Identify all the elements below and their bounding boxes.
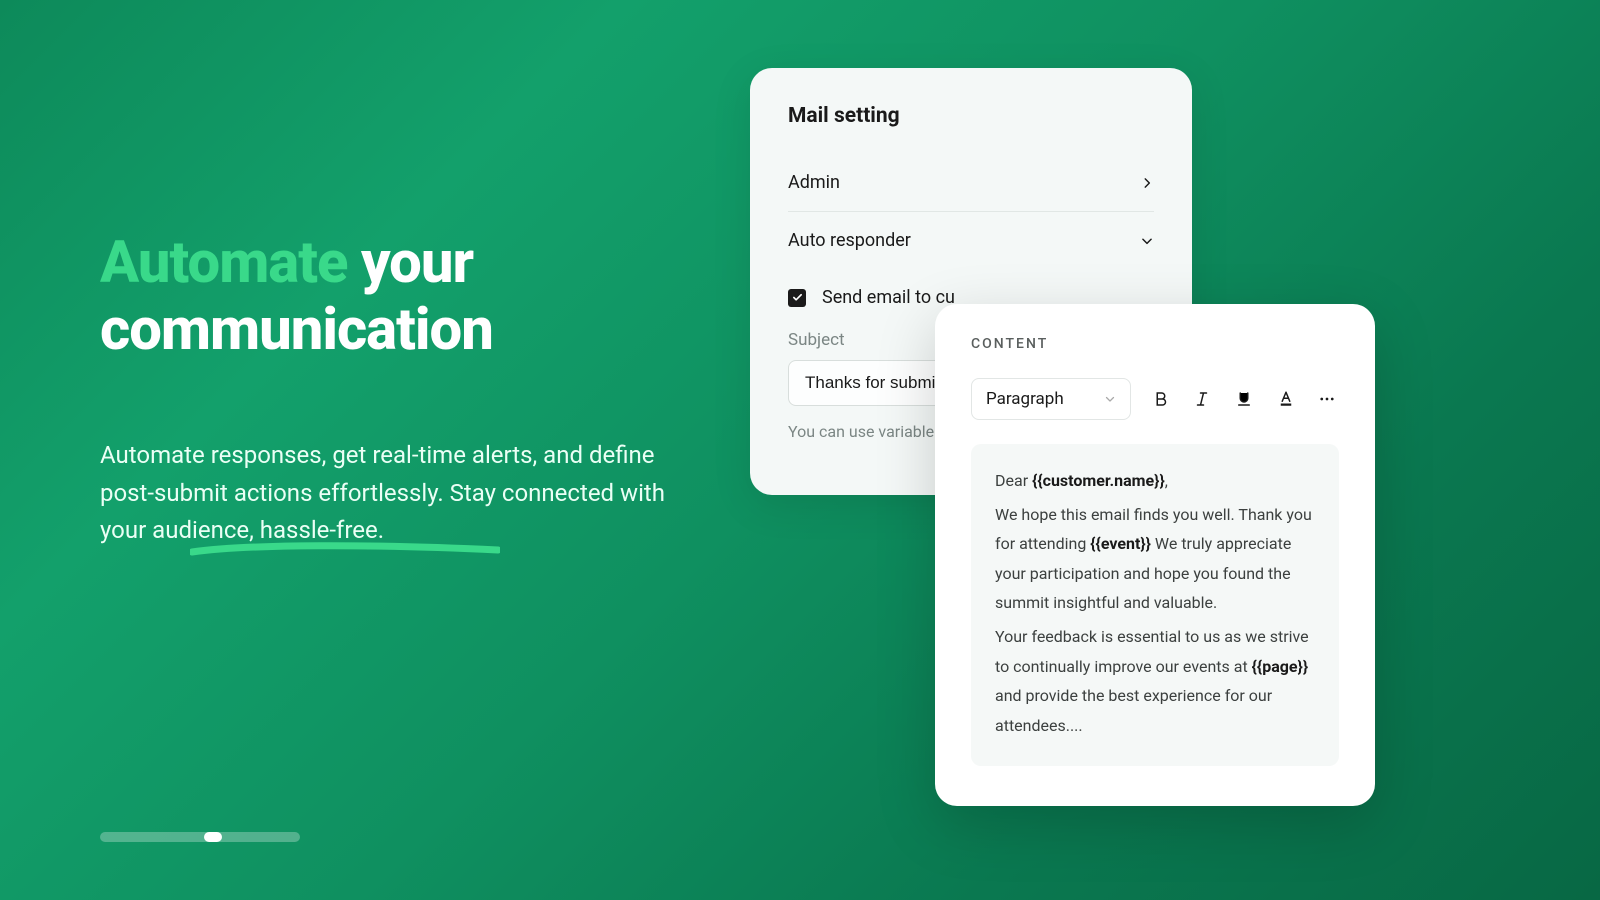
- editor-variable: {{customer.name}}: [1032, 471, 1165, 490]
- carousel-progress[interactable]: [100, 832, 300, 842]
- content-editor-card: CONTENT Paragraph Dear {{customer.name}}…: [935, 304, 1375, 806]
- chevron-right-icon: [1140, 176, 1154, 190]
- hero-section: Automate your communication Automate res…: [100, 230, 700, 549]
- underline-swoosh-icon: [190, 542, 500, 558]
- content-section-label: CONTENT: [971, 336, 1339, 352]
- admin-row[interactable]: Admin: [788, 154, 1154, 212]
- paragraph-style-select[interactable]: Paragraph: [971, 378, 1131, 420]
- headline-rest-1: your: [348, 229, 474, 297]
- editor-text: Dear: [995, 471, 1032, 490]
- underline-button[interactable]: [1232, 386, 1256, 412]
- subheadline: Automate responses, get real-time alerts…: [100, 437, 700, 549]
- chevron-down-icon: [1104, 393, 1116, 405]
- editor-variable: {{event}}: [1090, 534, 1151, 553]
- bold-button[interactable]: [1149, 386, 1173, 412]
- text-color-button[interactable]: [1274, 386, 1298, 412]
- paragraph-style-value: Paragraph: [986, 389, 1064, 409]
- send-email-label: Send email to cu: [822, 287, 955, 308]
- italic-icon: [1193, 390, 1211, 408]
- editor-text: ,: [1165, 471, 1168, 490]
- chevron-down-icon: [1140, 234, 1154, 248]
- mail-setting-title: Mail setting: [788, 104, 1154, 128]
- carousel-progress-thumb: [204, 832, 222, 842]
- send-email-checkbox[interactable]: [788, 289, 806, 307]
- italic-button[interactable]: [1191, 386, 1215, 412]
- headline: Automate your communication: [100, 230, 700, 363]
- underline-icon: [1235, 390, 1253, 408]
- more-icon: [1318, 390, 1336, 408]
- admin-label: Admin: [788, 172, 840, 193]
- editor-variable: {{page}}: [1252, 657, 1308, 676]
- editor-text: and provide the best experience for our …: [995, 686, 1272, 735]
- headline-line-2: communication: [100, 296, 493, 364]
- bold-icon: [1152, 390, 1170, 408]
- more-options-button[interactable]: [1315, 386, 1339, 412]
- email-body-editor[interactable]: Dear {{customer.name}}, We hope this ema…: [971, 444, 1339, 766]
- check-icon: [792, 292, 803, 303]
- auto-responder-row[interactable]: Auto responder: [788, 212, 1154, 269]
- editor-toolbar: Paragraph: [971, 378, 1339, 420]
- text-color-icon: [1277, 390, 1295, 408]
- headline-accent: Automate: [100, 230, 348, 297]
- auto-responder-label: Auto responder: [788, 230, 911, 251]
